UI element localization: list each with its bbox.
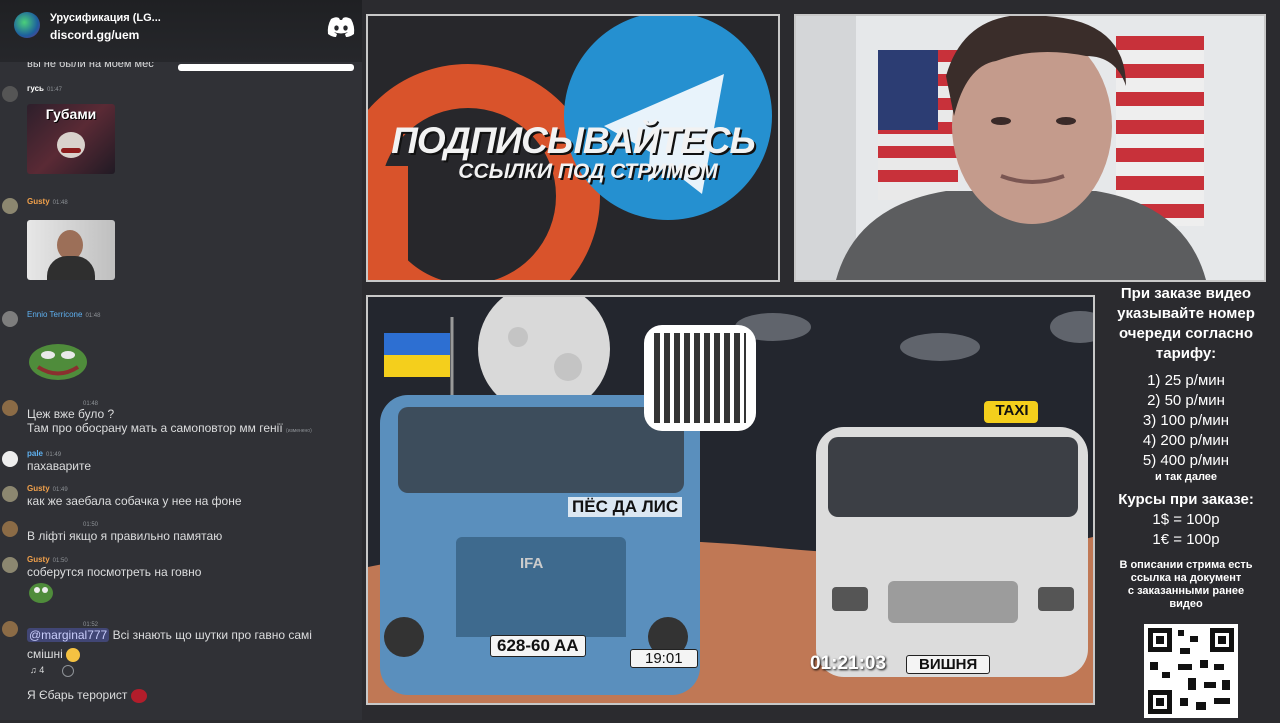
avatar[interactable] bbox=[2, 86, 18, 102]
qr-sticker[interactable] bbox=[644, 325, 756, 431]
tariff-item: 2) 50 р/мин bbox=[1147, 392, 1225, 409]
attached-image[interactable] bbox=[27, 220, 115, 280]
message-text: Цеж вже було ? bbox=[27, 407, 115, 421]
username[interactable]: pale 01:49 bbox=[27, 449, 61, 458]
laughing-emoji bbox=[66, 647, 81, 662]
server-name: Урусификация (LG... bbox=[50, 12, 161, 24]
avatar[interactable] bbox=[2, 198, 18, 214]
message-text: Я Єбарь терорист bbox=[27, 688, 147, 703]
avatar[interactable] bbox=[2, 400, 18, 416]
message-timestamp: 01:50 bbox=[83, 522, 99, 528]
tariff-list: 1) 25 р/мин 2) 50 р/мин 3) 100 р/мин 4) … bbox=[1100, 371, 1272, 484]
message-timestamp: 01:52 bbox=[83, 622, 99, 628]
add-reaction-icon[interactable] bbox=[62, 665, 74, 677]
rates-block: Курсы при заказе: 1$ = 100р 1€ = 100р bbox=[1118, 491, 1254, 548]
description-note: В описании стрима есть ссылка на докумен… bbox=[1119, 559, 1253, 610]
devil-emoji bbox=[130, 688, 147, 703]
avatar[interactable] bbox=[2, 557, 18, 573]
image-caption: Губами bbox=[45, 106, 97, 122]
message-timestamp: 01:48 bbox=[83, 401, 99, 407]
attached-image[interactable]: Губами bbox=[27, 104, 115, 174]
message-text: @marginal777 Всі знають що шутки про гав… bbox=[27, 628, 312, 642]
tariff-item: 3) 100 р/мин bbox=[1142, 412, 1230, 429]
input-overlay-bar bbox=[178, 64, 354, 71]
promo-subtitle: ССЫЛКИ ПОД СТРИМОМ bbox=[458, 160, 718, 183]
server-icon bbox=[14, 12, 40, 38]
avatar[interactable] bbox=[2, 521, 18, 537]
qr-code[interactable] bbox=[1144, 624, 1238, 718]
pepe-sticker bbox=[29, 583, 53, 603]
bus-brand-label: IFA bbox=[520, 555, 544, 572]
reaction-badge[interactable]: ♫ 4 bbox=[30, 665, 44, 675]
avatar[interactable] bbox=[2, 486, 18, 502]
username[interactable]: Gusty 01:49 bbox=[27, 484, 68, 493]
message-text: как же заебала собачка у нее на фоне bbox=[27, 494, 242, 508]
webcam-panel bbox=[794, 14, 1266, 282]
qr-code-icon bbox=[654, 333, 746, 423]
tariff-etc: и так далее bbox=[1154, 471, 1218, 483]
promo-title: ПОДПИСЫВАЙТЕСЬ bbox=[391, 120, 755, 161]
server-invite-link[interactable]: discord.gg/uem bbox=[50, 28, 139, 42]
taxi-sign: TAXI bbox=[995, 402, 1029, 419]
username[interactable]: Gusty 01:50 bbox=[27, 555, 68, 564]
order-heading: При заказе видео указывайте номер очеред… bbox=[1117, 285, 1255, 362]
taxi-timer: 01:21:03 bbox=[810, 653, 887, 674]
avatar[interactable] bbox=[2, 451, 18, 467]
webcam-feed bbox=[796, 16, 1264, 280]
promo-panel: ПОДПИСЫВАЙТЕСЬ ССЫЛКИ ПОД СТРИМОМ bbox=[366, 14, 780, 282]
message-text: соберутся посмотреть на говно bbox=[27, 565, 202, 579]
bus-timer: 19:01 bbox=[630, 649, 698, 668]
discord-server-header[interactable]: Урусификация (LG... discord.gg/uem bbox=[0, 0, 362, 62]
avatar[interactable] bbox=[2, 311, 18, 327]
message-text: В ліфті якщо я правильно памятаю bbox=[27, 529, 223, 543]
avatar[interactable] bbox=[2, 621, 18, 637]
bus-plate: 628-60 AA bbox=[490, 635, 586, 657]
discord-icon bbox=[327, 17, 355, 37]
username[interactable]: Ennio Terricone 01:48 bbox=[27, 310, 100, 319]
pepe-emoji bbox=[29, 344, 87, 380]
username[interactable]: Gusty 01:48 bbox=[27, 197, 68, 206]
message-text: смішні bbox=[27, 647, 81, 662]
bus-name-label: ПЁС ДА ЛИС bbox=[568, 497, 683, 517]
tariff-item: 1) 25 р/мин bbox=[1147, 372, 1225, 389]
taxi-plate: ВИШНЯ bbox=[906, 655, 991, 674]
message-text: Там про обосрану мать а самоповтор мм ге… bbox=[27, 421, 312, 435]
tariff-item: 5) 400 р/мин bbox=[1142, 452, 1230, 469]
user-mention[interactable]: @marginal777 bbox=[27, 628, 110, 642]
qr-code-icon bbox=[1148, 628, 1234, 714]
tariff-item: 4) 200 р/мин bbox=[1142, 432, 1230, 449]
video-scene-panel: ПЁС ДА ЛИС IFA 628-60 AA 19:01 TAXI 01:2… bbox=[366, 295, 1095, 705]
username[interactable]: гусь 01:47 bbox=[27, 84, 62, 93]
discord-chat-panel: Урусификация (LG... discord.gg/uem вы не… bbox=[0, 0, 362, 720]
message-text: пахаварите bbox=[27, 459, 92, 473]
